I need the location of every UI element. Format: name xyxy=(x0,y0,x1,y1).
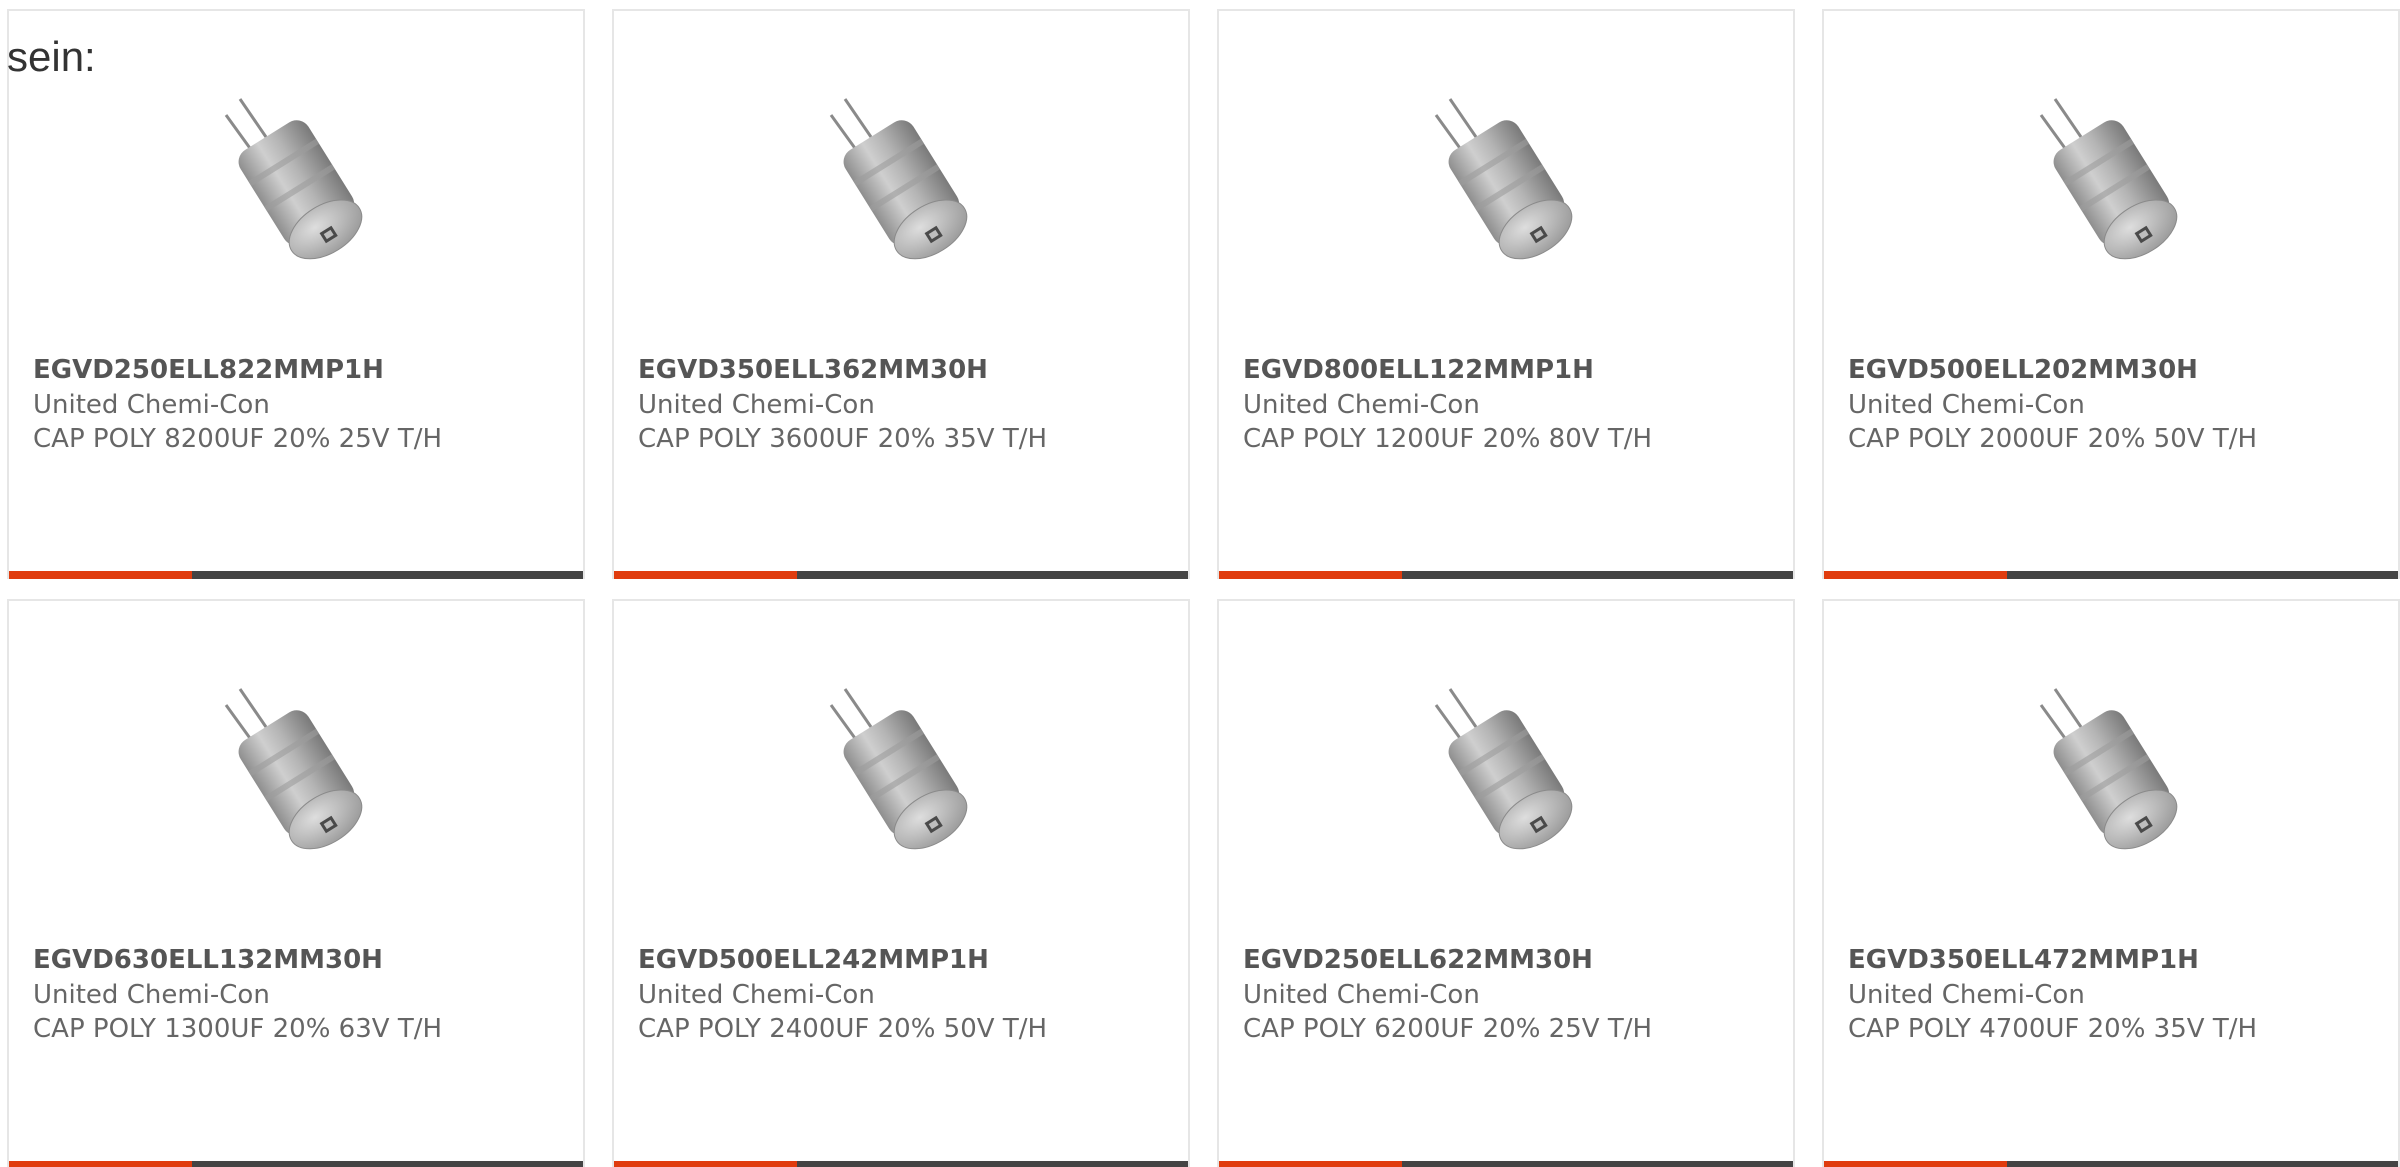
description: CAP POLY 1200UF 20% 80V T/H xyxy=(1243,424,1653,454)
intro-text: sein: xyxy=(7,33,96,80)
card-text: EGVD630ELL132MM30H United Chemi-Con CAP … xyxy=(33,943,573,1046)
manufacturer: United Chemi-Con xyxy=(638,390,875,420)
part-number[interactable]: EGVD350ELL362MM30H xyxy=(638,353,1178,388)
card-bottom-bar xyxy=(9,1161,583,1167)
card-text: EGVD250ELL822MMP1H United Chemi-Con CAP … xyxy=(33,353,573,456)
capacitor-image xyxy=(1434,98,1573,260)
card-bottom-bar xyxy=(1824,571,2398,579)
card-bottom-bar xyxy=(614,1161,1188,1167)
card-bottom-bar-accent xyxy=(1219,1161,1402,1167)
description: CAP POLY 3600UF 20% 35V T/H xyxy=(638,424,1048,454)
card-text: EGVD500ELL242MMP1H United Chemi-Con CAP … xyxy=(638,943,1178,1046)
card-text: EGVD500ELL202MM30H United Chemi-Con CAP … xyxy=(1848,353,2388,456)
part-number[interactable]: EGVD800ELL122MMP1H xyxy=(1243,353,1783,388)
card-bottom-bar xyxy=(1219,1161,1793,1167)
manufacturer: United Chemi-Con xyxy=(33,390,270,420)
manufacturer: United Chemi-Con xyxy=(1848,390,2085,420)
card-bottom-bar-accent xyxy=(614,571,797,579)
page: sein: EGVD250ELL822MMP1H United Chemi-Co… xyxy=(0,0,2400,1167)
card-text: EGVD800ELL122MMP1H United Chemi-Con CAP … xyxy=(1243,353,1783,456)
product-card[interactable]: EGVD630ELL132MM30H United Chemi-Con CAP … xyxy=(7,599,585,1167)
card-bottom-bar-accent xyxy=(614,1161,797,1167)
manufacturer: United Chemi-Con xyxy=(33,980,270,1010)
part-number[interactable]: EGVD500ELL242MMP1H xyxy=(638,943,1178,978)
product-card[interactable]: EGVD250ELL822MMP1H United Chemi-Con CAP … xyxy=(7,9,585,579)
description: CAP POLY 8200UF 20% 25V T/H xyxy=(33,424,443,454)
card-bottom-bar-accent xyxy=(1824,1161,2007,1167)
part-number[interactable]: EGVD630ELL132MM30H xyxy=(33,943,573,978)
description: CAP POLY 6200UF 20% 25V T/H xyxy=(1243,1014,1653,1044)
card-bottom-bar xyxy=(614,571,1188,579)
manufacturer: United Chemi-Con xyxy=(638,980,875,1010)
card-bottom-bar-accent xyxy=(9,571,192,579)
card-bottom-bar xyxy=(1219,571,1793,579)
part-number[interactable]: EGVD500ELL202MM30H xyxy=(1848,353,2388,388)
product-card[interactable]: EGVD800ELL122MMP1H United Chemi-Con CAP … xyxy=(1217,9,1795,579)
product-card[interactable]: EGVD350ELL362MM30H United Chemi-Con CAP … xyxy=(612,9,1190,579)
capacitor-image xyxy=(2039,688,2178,850)
capacitor-image xyxy=(829,98,968,260)
card-bottom-bar xyxy=(9,571,583,579)
product-grid: EGVD250ELL822MMP1H United Chemi-Con CAP … xyxy=(7,9,2400,1167)
capacitor-image xyxy=(224,688,363,850)
part-number[interactable]: EGVD250ELL822MMP1H xyxy=(33,353,573,388)
product-card[interactable]: EGVD500ELL202MM30H United Chemi-Con CAP … xyxy=(1822,9,2400,579)
capacitor-image xyxy=(1434,688,1573,850)
product-card[interactable]: EGVD350ELL472MMP1H United Chemi-Con CAP … xyxy=(1822,599,2400,1167)
card-bottom-bar-accent xyxy=(1824,571,2007,579)
card-text: EGVD350ELL362MM30H United Chemi-Con CAP … xyxy=(638,353,1178,456)
capacitor-image xyxy=(2039,98,2178,260)
description: CAP POLY 4700UF 20% 35V T/H xyxy=(1848,1014,2258,1044)
card-bottom-bar-accent xyxy=(1219,571,1402,579)
product-card[interactable]: EGVD250ELL622MM30H United Chemi-Con CAP … xyxy=(1217,599,1795,1167)
manufacturer: United Chemi-Con xyxy=(1848,980,2085,1010)
part-number[interactable]: EGVD350ELL472MMP1H xyxy=(1848,943,2388,978)
manufacturer: United Chemi-Con xyxy=(1243,980,1480,1010)
description: CAP POLY 1300UF 20% 63V T/H xyxy=(33,1014,443,1044)
description: CAP POLY 2000UF 20% 50V T/H xyxy=(1848,424,2258,454)
manufacturer: United Chemi-Con xyxy=(1243,390,1480,420)
capacitor-image xyxy=(829,688,968,850)
card-text: EGVD350ELL472MMP1H United Chemi-Con CAP … xyxy=(1848,943,2388,1046)
card-text: EGVD250ELL622MM30H United Chemi-Con CAP … xyxy=(1243,943,1783,1046)
capacitor-image xyxy=(224,98,363,260)
product-card[interactable]: EGVD500ELL242MMP1H United Chemi-Con CAP … xyxy=(612,599,1190,1167)
description: CAP POLY 2400UF 20% 50V T/H xyxy=(638,1014,1048,1044)
part-number[interactable]: EGVD250ELL622MM30H xyxy=(1243,943,1783,978)
card-bottom-bar xyxy=(1824,1161,2398,1167)
card-bottom-bar-accent xyxy=(9,1161,192,1167)
